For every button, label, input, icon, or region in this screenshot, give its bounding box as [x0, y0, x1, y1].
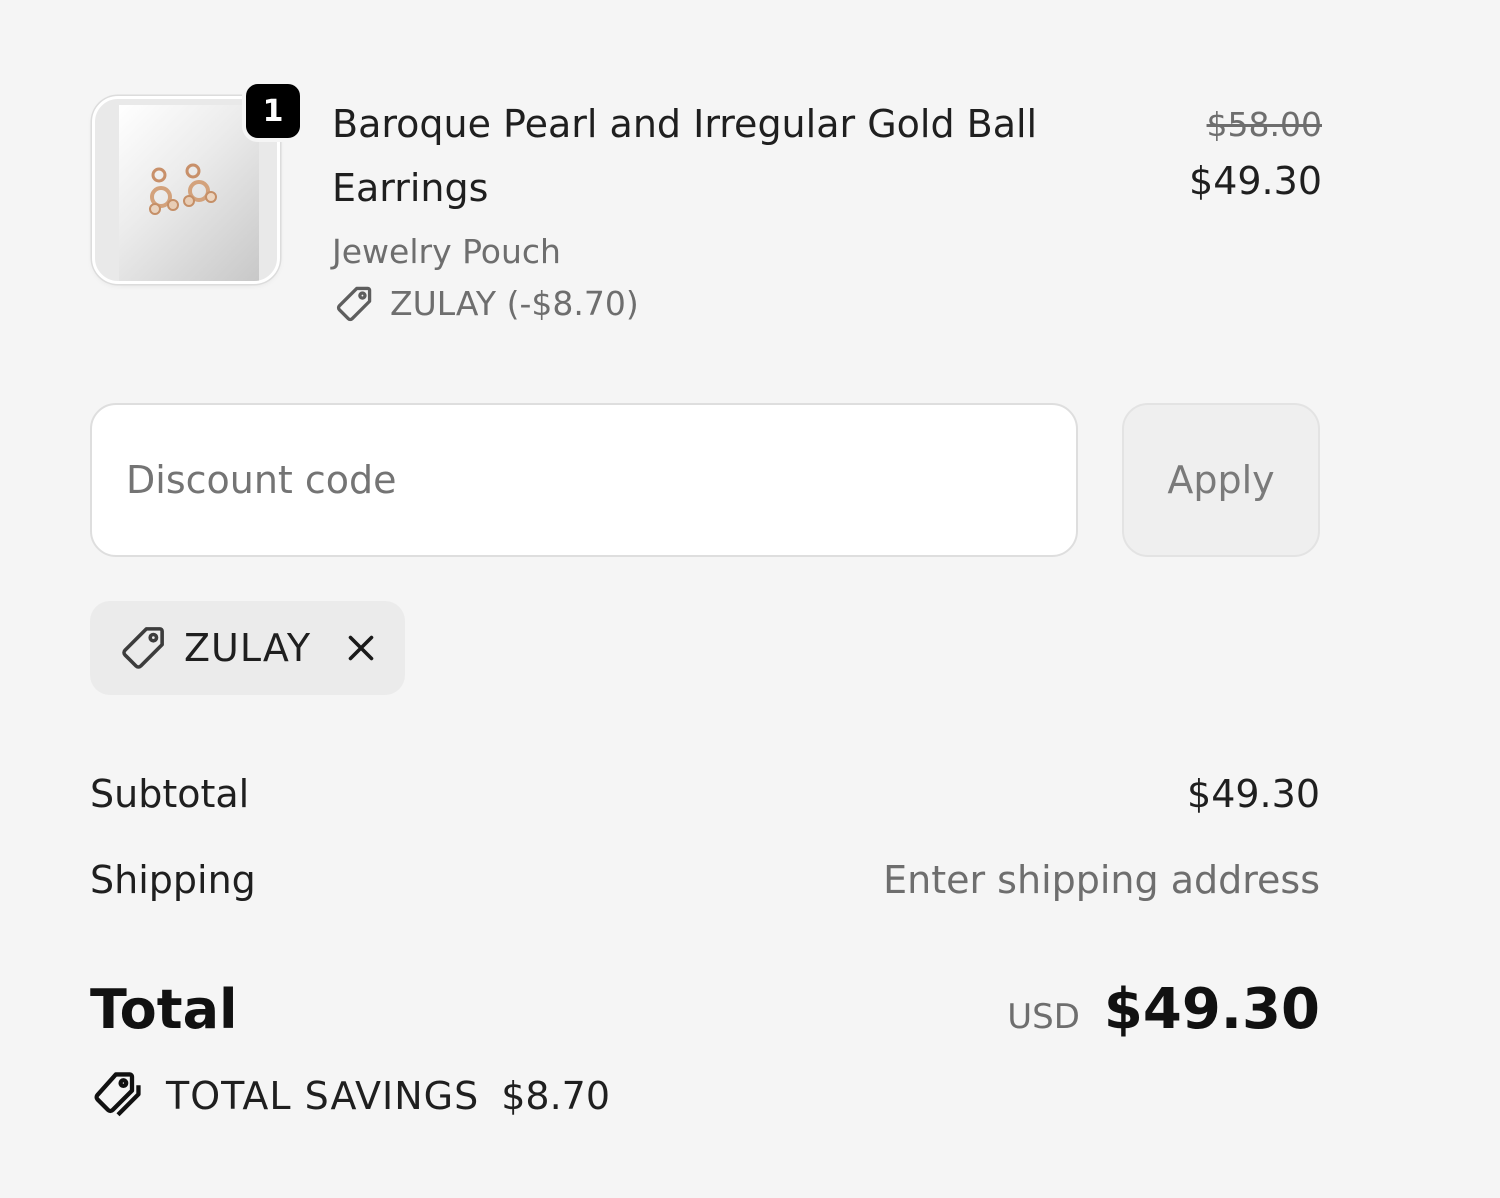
tag-icon [336, 286, 372, 322]
product-variant: Jewelry Pouch [332, 232, 561, 271]
item-discount-label: ZULAY (-$8.70) [390, 284, 639, 323]
discount-code-input[interactable] [90, 403, 1078, 557]
close-icon [348, 635, 374, 661]
total-savings: TOTAL SAVINGS $8.70 [90, 1068, 610, 1124]
subtotal-label: Subtotal [90, 772, 250, 816]
total-label: Total [90, 977, 238, 1041]
total-amount: $49.30 [1103, 976, 1320, 1042]
tags-icon [94, 1072, 141, 1117]
shipping-value: Enter shipping address [883, 858, 1320, 902]
applied-code-label: ZULAY [184, 626, 312, 670]
item-price: $49.30 [1189, 159, 1322, 203]
total-amount-group: USD $49.30 [1007, 977, 1320, 1042]
savings-amount: $8.70 [501, 1074, 611, 1118]
price-column: $58.00 $49.30 [1189, 102, 1322, 214]
remove-discount-button[interactable] [339, 626, 383, 670]
currency-code: USD [1007, 996, 1080, 1037]
savings-label: TOTAL SAVINGS [166, 1074, 480, 1118]
product-photo [119, 105, 259, 281]
applied-discount-chip: ZULAY [90, 601, 405, 695]
apply-button[interactable]: Apply [1122, 403, 1320, 557]
line-item: 1 Baroque Pearl and Irregular Gold Ball … [92, 80, 1322, 338]
item-discount: ZULAY (-$8.70) [332, 282, 1052, 326]
subtotal-row: Subtotal $49.30 [90, 766, 1320, 822]
tag-icon [122, 627, 164, 669]
total-row: Total USD $49.30 [90, 972, 1320, 1046]
compare-at-price: $58.00 [1206, 105, 1322, 144]
product-title: Baroque Pearl and Irregular Gold Ball Ea… [332, 102, 1038, 210]
shipping-label: Shipping [90, 858, 256, 902]
subtotal-value: $49.30 [1187, 772, 1320, 816]
shipping-row: Shipping Enter shipping address [90, 852, 1320, 908]
quantity-badge: 1 [242, 80, 304, 142]
item-info: Baroque Pearl and Irregular Gold Ball Ea… [332, 92, 1052, 326]
